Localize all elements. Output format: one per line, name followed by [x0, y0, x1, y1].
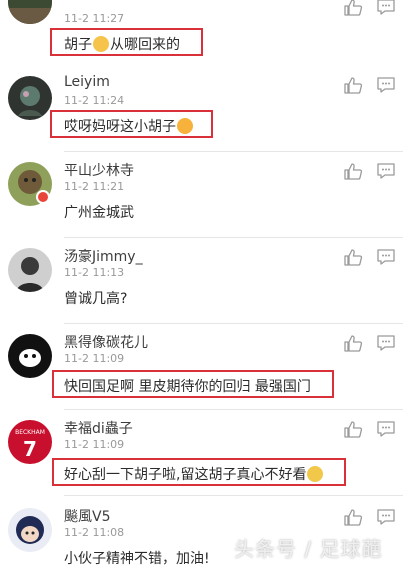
comment-time: 11-2 11:08 — [64, 526, 125, 539]
watermark: 头条号 / 足球葩 — [234, 537, 383, 561]
like-icon[interactable] — [343, 508, 363, 526]
avatar[interactable] — [8, 0, 52, 24]
username[interactable]: 黑得像碳花儿 — [64, 332, 148, 352]
reply-icon[interactable] — [376, 76, 396, 94]
avatar[interactable] — [8, 508, 52, 552]
comment-item: 汤豪Jimmy_ 11-2 11:13 曾诚几高? — [0, 238, 403, 324]
comment-item: 11-2 11:27 胡子 从哪回来的 — [0, 0, 403, 56]
reply-icon[interactable] — [376, 162, 396, 180]
thinking-face-icon — [307, 466, 324, 482]
comment-text: 广州金城武 — [64, 205, 134, 221]
reply-icon[interactable] — [376, 0, 396, 16]
like-icon[interactable] — [343, 248, 363, 266]
like-icon[interactable] — [343, 420, 363, 438]
comment-time: 11-2 11:09 — [64, 438, 125, 451]
username[interactable]: 平山少林寺 — [64, 160, 134, 180]
username[interactable]: 汤豪Jimmy_ — [64, 246, 143, 266]
like-icon[interactable] — [343, 0, 363, 16]
laughing-face-icon — [177, 118, 193, 134]
comment-item: Leiyim 11-2 11:24 哎呀妈呀这小胡子 — [0, 66, 403, 152]
username[interactable]: 飈風V5 — [64, 506, 110, 526]
comment-item: BECKHAM 7 幸福di蟲子 11-2 11:09 好心刮一下胡子啦,留这胡子… — [0, 410, 403, 496]
jersey-name: BECKHAM — [15, 429, 45, 436]
comment-item: 黑得像碳花儿 11-2 11:09 快回国足啊 里皮期待你的回归 最强国门 — [0, 324, 403, 410]
comment-item: 平山少林寺 11-2 11:21 广州金城武 — [0, 152, 403, 238]
reply-icon[interactable] — [376, 334, 396, 352]
comment-text: 哎呀妈呀这小胡子 — [64, 116, 194, 136]
comment-time: 11-2 11:13 — [64, 266, 125, 279]
like-icon[interactable] — [343, 334, 363, 352]
comment-text: 胡子 从哪回来的 — [64, 36, 180, 53]
reply-icon[interactable] — [376, 508, 396, 526]
like-icon[interactable] — [343, 76, 363, 94]
comment-text: 好心刮一下胡子啦,留这胡子真心不好看 — [64, 464, 324, 484]
reply-icon[interactable] — [376, 248, 396, 266]
comment-text: 曾诚几高? — [64, 291, 128, 307]
jersey-number: 7 — [23, 437, 37, 461]
comment-time: 11-2 11:21 — [64, 180, 125, 193]
avatar[interactable] — [8, 248, 52, 292]
avatar[interactable]: BECKHAM 7 — [8, 420, 52, 464]
comment-text: 小伙子精神不错，加油! — [64, 551, 210, 567]
avatar[interactable] — [8, 76, 52, 120]
comment-text: 快回国足啊 里皮期待你的回归 最强国门 — [64, 379, 311, 395]
username[interactable]: 幸福di蟲子 — [64, 418, 133, 438]
comment-time: 11-2 11:24 — [64, 94, 125, 107]
like-icon[interactable] — [343, 162, 363, 180]
comment-time: 11-2 11:09 — [64, 352, 125, 365]
crying-face-icon — [93, 36, 109, 52]
reply-icon[interactable] — [376, 420, 396, 438]
username[interactable]: Leiyim — [64, 74, 110, 90]
verified-badge-icon — [36, 190, 50, 204]
avatar[interactable] — [8, 334, 52, 378]
comment-time: 11-2 11:27 — [64, 12, 125, 25]
divider — [64, 495, 403, 496]
